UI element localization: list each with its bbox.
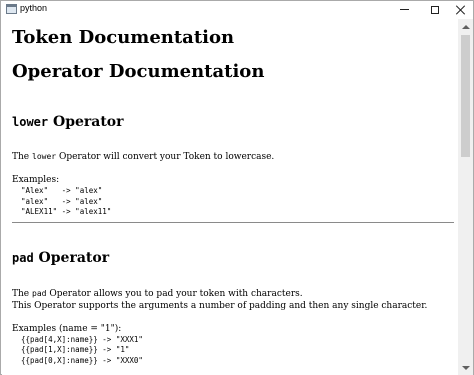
lower-operator-heading: lower Operator	[12, 113, 456, 131]
pad-desc-suffix: Operator allows you to pad your token wi…	[46, 288, 303, 299]
pad-operator-heading-suffix: Operator	[33, 249, 110, 266]
maximize-button[interactable]	[421, 1, 448, 18]
vertical-scrollbar[interactable]	[458, 19, 473, 375]
pad-operator-heading: pad Operator	[12, 249, 456, 267]
title-bar[interactable]: python	[1, 1, 473, 18]
pad-operator-name: pad	[12, 250, 34, 265]
documentation-content: Token Documentation Operator Documentati…	[12, 27, 456, 366]
pad-example-line: {{pad[1,X]:name}} -> "1"	[21, 345, 130, 354]
section-divider	[12, 221, 454, 223]
down-arrow-icon	[461, 365, 470, 370]
pad-desc-code: pad	[32, 288, 47, 298]
up-arrow-icon	[461, 24, 470, 29]
close-button[interactable]	[447, 1, 474, 18]
minimize-icon	[400, 9, 409, 10]
app-window: python Token Documentation Operator Docu…	[0, 0, 474, 375]
maximize-icon	[430, 5, 439, 14]
lower-operator-description: The lower Operator will convert your Tok…	[12, 151, 456, 163]
pad-desc-prefix: The	[12, 288, 32, 299]
lower-examples-label: Examples:	[12, 175, 60, 185]
lower-example-line: "alex" -> "alex"	[21, 196, 103, 206]
pad-operator-description-line2: This Operator supports the arguments a n…	[12, 300, 428, 311]
window-title: python	[20, 3, 48, 13]
scrollbar-thumb[interactable]	[461, 35, 470, 157]
lower-desc-prefix: The	[12, 152, 32, 162]
lower-example-line: "ALEX11" -> "alex11"	[21, 207, 112, 216]
lower-operator-heading-suffix: Operator	[48, 114, 124, 130]
pad-operator-description: The pad Operator allows you to pad your …	[12, 288, 456, 300]
app-window-icon	[6, 4, 17, 14]
lower-desc-code: lower	[32, 152, 57, 161]
minimize-button[interactable]	[391, 1, 418, 18]
token-documentation-heading: Token Documentation	[12, 27, 235, 48]
operator-documentation-heading: Operator Documentation	[12, 61, 265, 82]
lower-example-line: "Alex" -> "alex"	[21, 186, 103, 195]
scroll-up-button[interactable]	[458, 19, 473, 34]
pad-example-line: {{pad[4,X]:name}} -> "XXX1"	[21, 334, 143, 344]
close-icon	[456, 5, 466, 15]
scroll-down-button[interactable]	[458, 360, 473, 375]
lower-desc-suffix: Operator will convert your Token to lowe…	[56, 152, 275, 162]
pad-example-line: {{pad[0,X]:name}} -> "XXX0"	[21, 355, 143, 365]
documentation-view[interactable]: Token Documentation Operator Documentati…	[2, 19, 458, 375]
pad-examples-label: Examples (name = "1"):	[12, 323, 122, 334]
lower-operator-name: lower	[12, 115, 49, 129]
